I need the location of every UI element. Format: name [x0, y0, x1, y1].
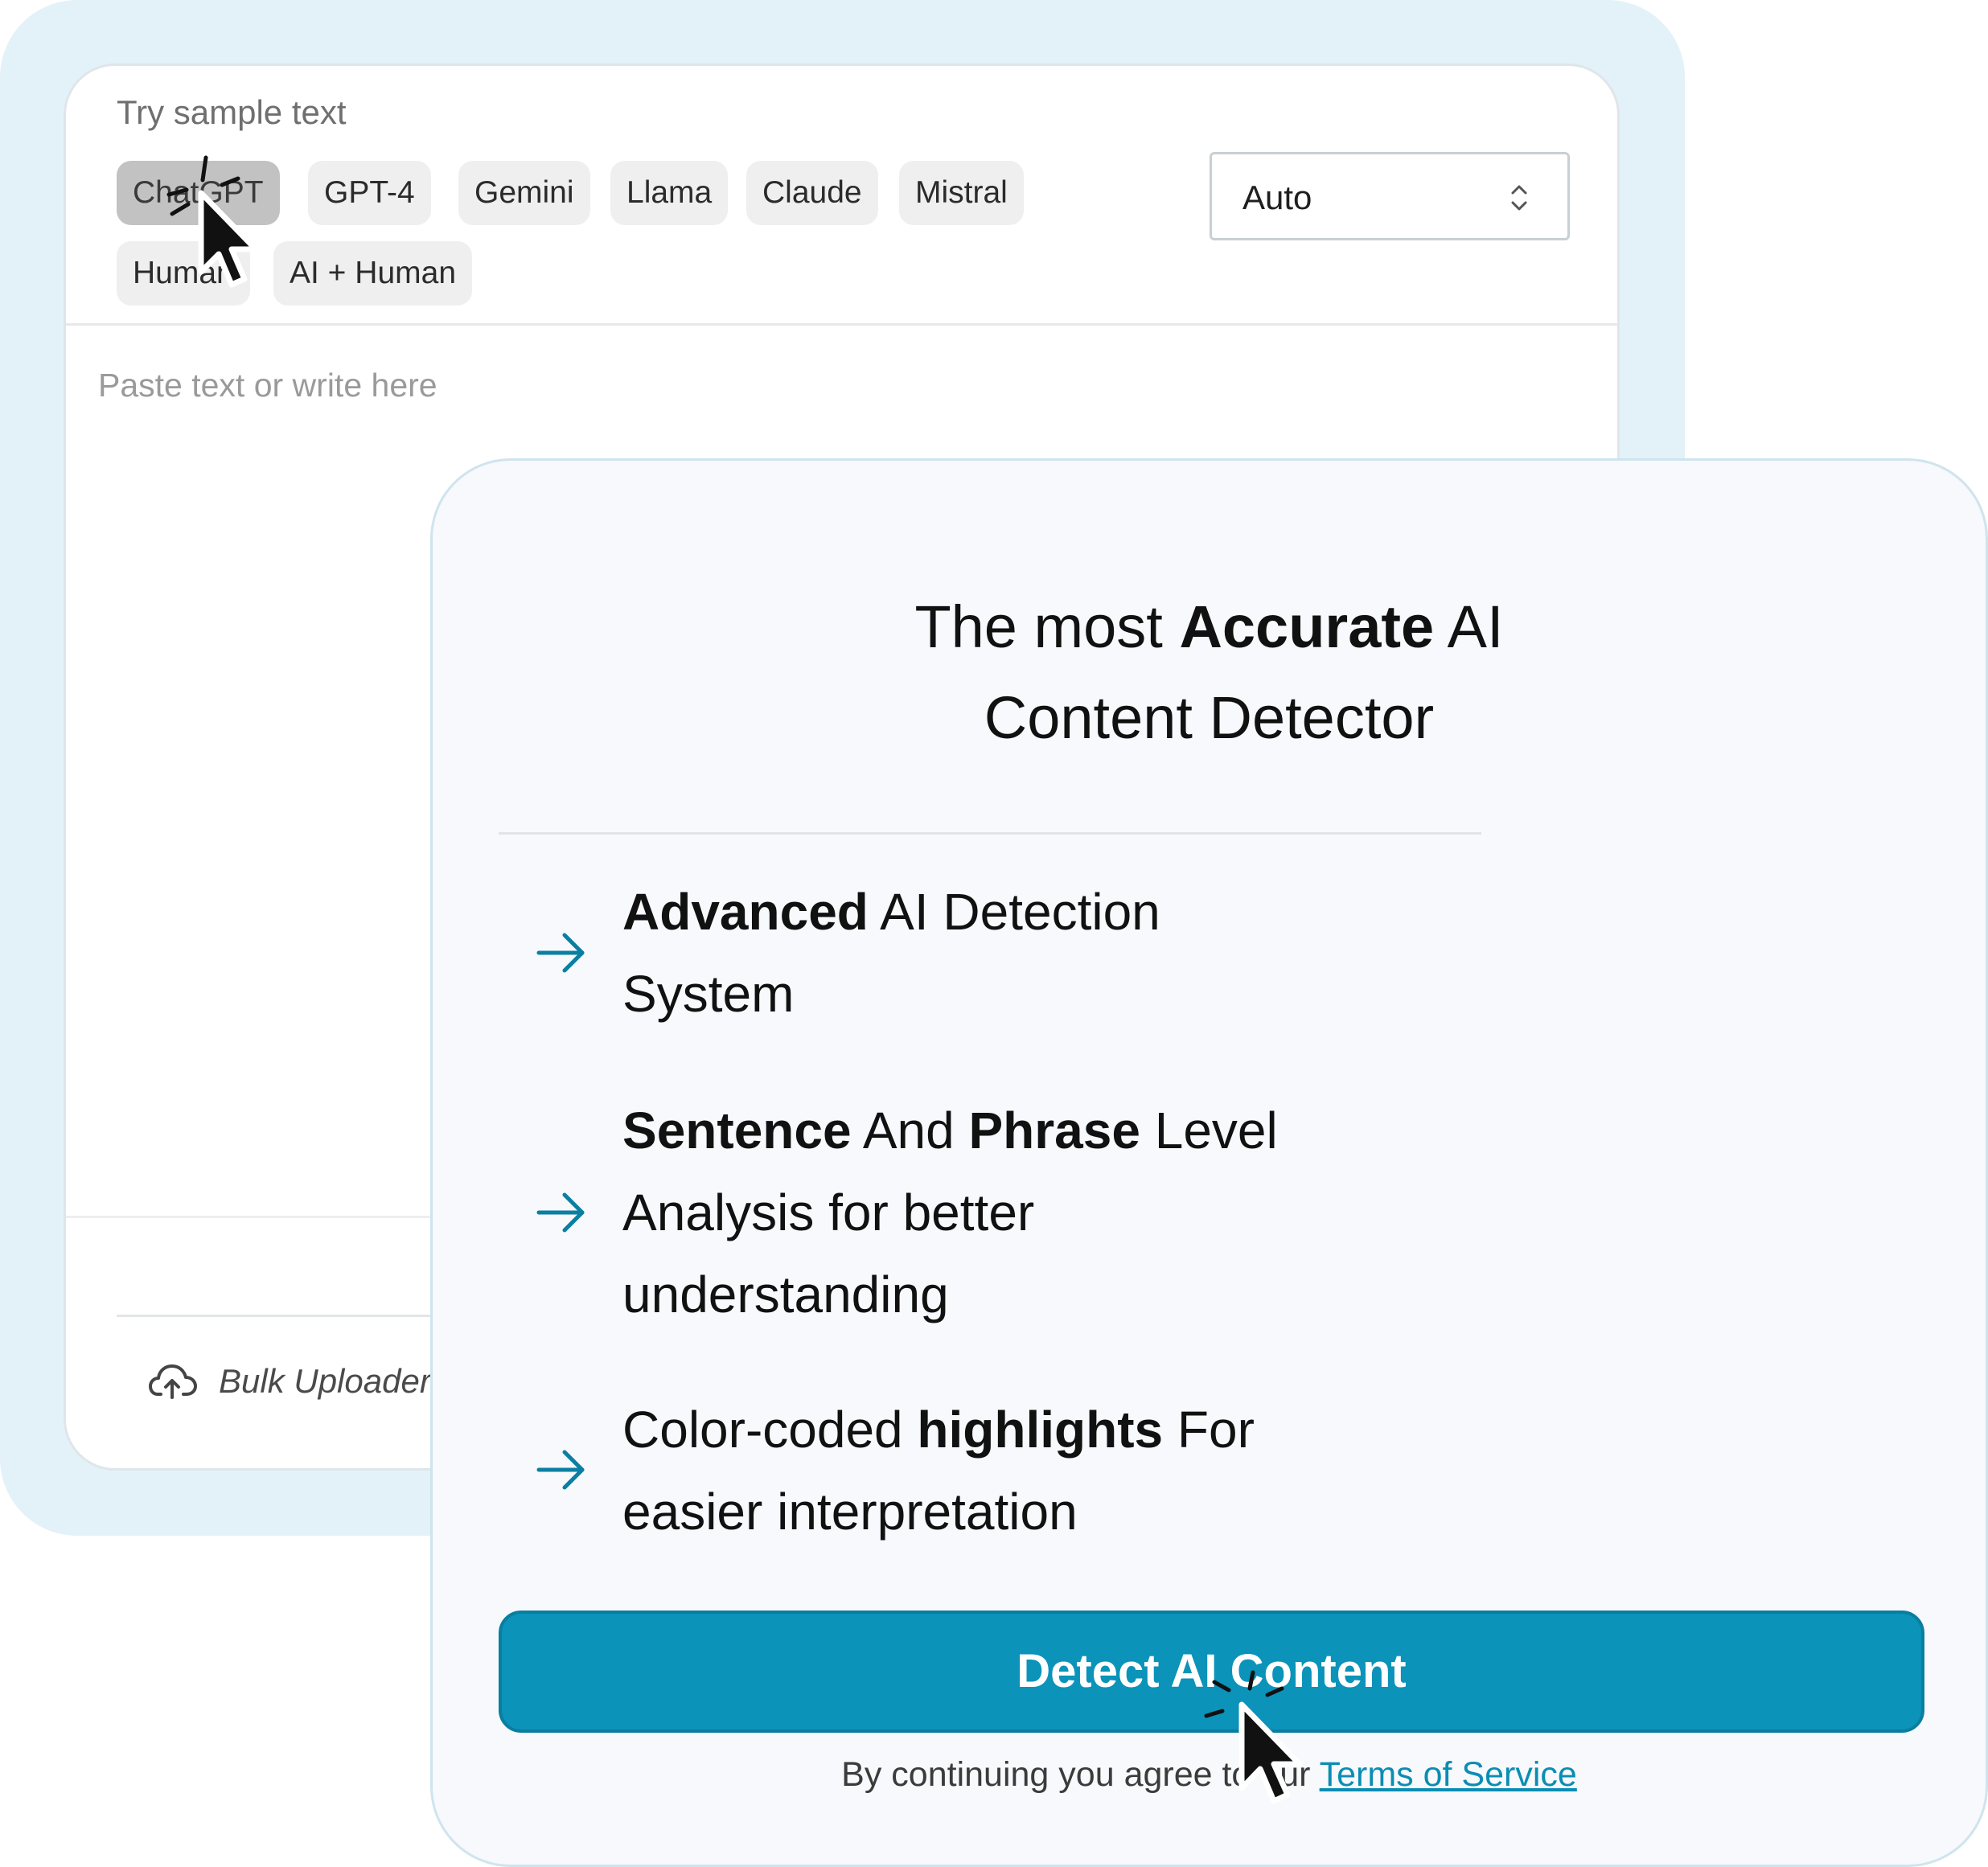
bulk-uploader-button[interactable]: Bulk Uploader — [148, 1362, 431, 1401]
sample-chip-llama[interactable]: Llama — [610, 161, 729, 225]
feature-sentence-phrase-analysis: Sentence And Phrase Level Analysis for b… — [622, 1089, 1427, 1336]
headline-text-ai: AI — [1434, 593, 1504, 660]
headline-line2: Content Detector — [984, 684, 1435, 751]
feature-color-coded-highlights: Color-coded highlights For easier interp… — [622, 1389, 1427, 1553]
sample-chip-gemini[interactable]: Gemini — [458, 161, 590, 225]
feature-text: System — [622, 965, 795, 1023]
feature-text: Analysis for better — [622, 1184, 1035, 1241]
feature-text: understanding — [622, 1266, 949, 1323]
arrow-right-icon — [536, 1192, 585, 1233]
feature-text: easier interpretation — [622, 1483, 1078, 1541]
headline-text: The most — [914, 593, 1180, 660]
promo-headline: The most Accurate AI Content Detector — [433, 581, 1986, 763]
model-select-value: Auto — [1242, 178, 1312, 216]
promo-card: The most Accurate AI Content Detector Ad… — [430, 458, 1988, 1867]
arrow-right-icon — [536, 1450, 585, 1490]
promo-divider — [499, 832, 1481, 835]
feature-text: And — [851, 1102, 969, 1159]
sample-chip-ai-human[interactable]: AI + Human — [273, 241, 473, 306]
feature-bold: Phrase — [968, 1102, 1140, 1159]
cloud-upload-icon — [149, 1364, 197, 1399]
chevron-up-down-icon — [1511, 185, 1527, 211]
headline-bold: Accurate — [1179, 593, 1435, 660]
mouse-pointer-icon — [166, 155, 259, 288]
sample-text-label: Try sample text — [117, 93, 347, 131]
feature-text: Level — [1140, 1102, 1278, 1159]
sample-chip-mistral[interactable]: Mistral — [899, 161, 1024, 225]
feature-advanced-detection: Advanced AI Detection System — [622, 871, 1427, 1035]
arrow-right-icon — [536, 933, 585, 973]
feature-text: Color-coded — [622, 1401, 918, 1459]
text-input-area[interactable]: Paste text or write here — [98, 367, 437, 404]
feature-bold: Sentence — [622, 1102, 852, 1159]
sample-chip-gpt4[interactable]: GPT-4 — [308, 161, 431, 225]
terms-of-service-link[interactable]: Terms of Service — [1320, 1755, 1577, 1794]
editor-divider — [66, 323, 1617, 326]
feature-text: AI Detection — [868, 883, 1160, 941]
sample-chip-claude[interactable]: Claude — [746, 161, 878, 225]
model-select[interactable]: Auto — [1210, 152, 1570, 240]
mouse-pointer-icon — [1204, 1670, 1303, 1804]
bulk-uploader-label: Bulk Uploader — [219, 1362, 431, 1400]
feature-bold: highlights — [917, 1401, 1164, 1459]
feature-bold: Advanced — [622, 883, 869, 941]
feature-text: For — [1163, 1401, 1255, 1459]
